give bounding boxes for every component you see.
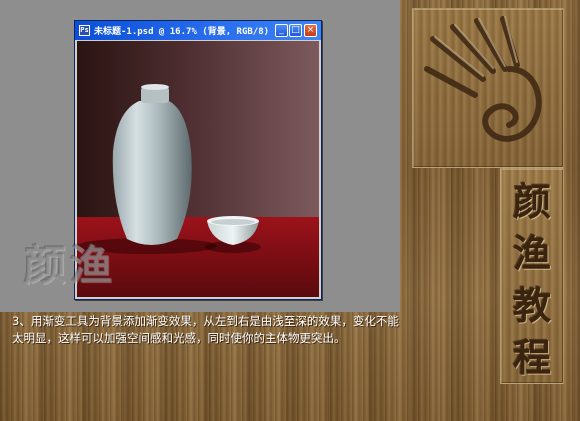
- maximize-button[interactable]: □: [289, 24, 302, 37]
- bowl: [205, 216, 261, 253]
- tutorial-caption: 3、用渐变工具为背景添加渐变效果，从左到右是由浅至深的效果，变化不能太明显，这样…: [12, 314, 399, 345]
- minimize-button[interactable]: _: [275, 24, 288, 37]
- document-titlebar[interactable]: Ps 未标题-1.psd @ 16.7% (背景, RGB/8) _ □ ×: [75, 21, 321, 40]
- spiral-hand-logo-icon: [424, 16, 542, 142]
- brand-char-4: 程: [512, 335, 551, 380]
- brand-char-1: 颜: [512, 179, 551, 224]
- document-title: 未标题-1.psd @ 16.7% (背景, RGB/8): [94, 27, 270, 37]
- brand-logo-box: [412, 8, 564, 168]
- close-button[interactable]: ×: [304, 24, 317, 37]
- brand-char-3: 教: [512, 283, 551, 328]
- brand-char-2: 渔: [512, 231, 551, 276]
- photoshop-doc-icon: Ps: [79, 25, 90, 36]
- watermark-text: 颜渔: [24, 241, 117, 290]
- brand-title-column: 颜 渔 教 程: [500, 168, 564, 384]
